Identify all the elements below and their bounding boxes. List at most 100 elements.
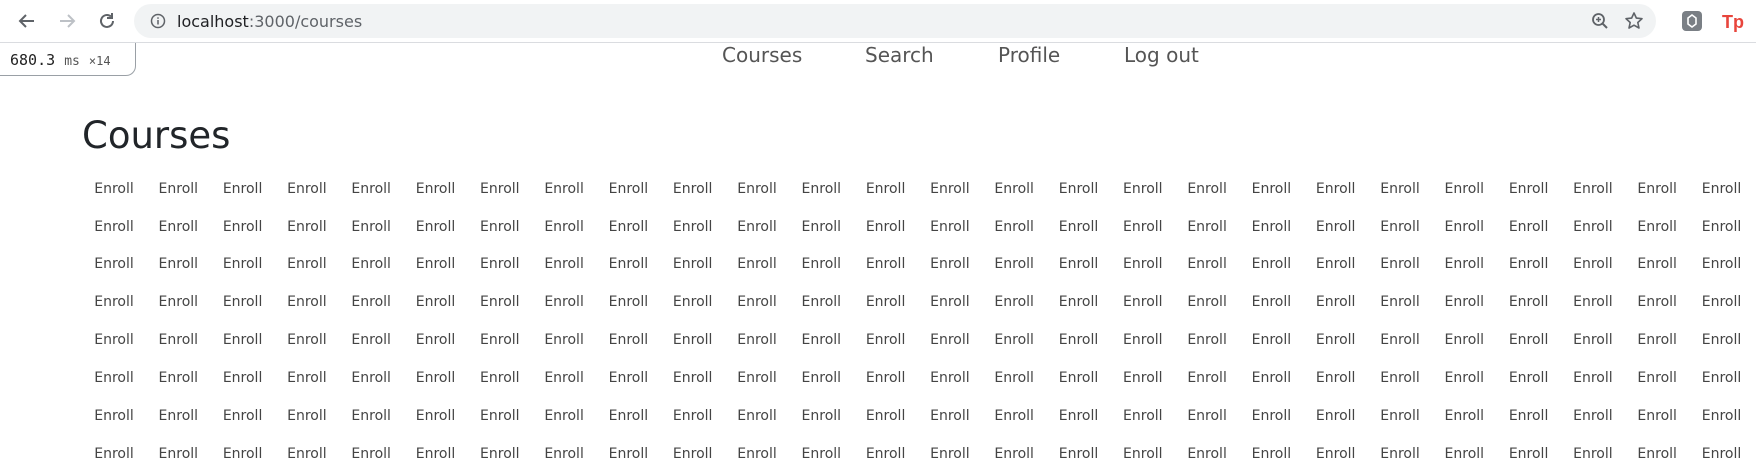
enroll-button[interactable]: Enroll: [536, 446, 592, 462]
enroll-button[interactable]: Enroll: [729, 332, 785, 348]
enroll-button[interactable]: Enroll: [343, 294, 399, 310]
enroll-button[interactable]: Enroll: [343, 332, 399, 348]
enroll-button[interactable]: Enroll: [279, 332, 335, 348]
enroll-button[interactable]: Enroll: [1694, 408, 1750, 424]
enroll-button[interactable]: Enroll: [858, 370, 914, 386]
enroll-button[interactable]: Enroll: [986, 332, 1042, 348]
enroll-button[interactable]: Enroll: [279, 219, 335, 235]
enroll-button[interactable]: Enroll: [1051, 332, 1107, 348]
enroll-button[interactable]: Enroll: [729, 446, 785, 462]
enroll-button[interactable]: Enroll: [1629, 256, 1685, 272]
profiler-badge[interactable]: 680.3 ms ×14: [0, 43, 136, 76]
enroll-button[interactable]: Enroll: [1436, 332, 1492, 348]
enroll-button[interactable]: Enroll: [1501, 181, 1557, 197]
enroll-button[interactable]: Enroll: [1501, 332, 1557, 348]
enroll-button[interactable]: Enroll: [729, 370, 785, 386]
enroll-button[interactable]: Enroll: [1436, 181, 1492, 197]
enroll-button[interactable]: Enroll: [1243, 181, 1299, 197]
enroll-button[interactable]: Enroll: [1565, 219, 1621, 235]
enroll-button[interactable]: Enroll: [1179, 294, 1235, 310]
enroll-button[interactable]: Enroll: [729, 256, 785, 272]
enroll-button[interactable]: Enroll: [986, 446, 1042, 462]
enroll-button[interactable]: Enroll: [215, 181, 271, 197]
enroll-button[interactable]: Enroll: [1629, 370, 1685, 386]
enroll-button[interactable]: Enroll: [922, 256, 978, 272]
enroll-button[interactable]: Enroll: [1629, 219, 1685, 235]
zoom-icon[interactable]: [1591, 12, 1609, 30]
enroll-button[interactable]: Enroll: [1308, 256, 1364, 272]
enroll-button[interactable]: Enroll: [536, 408, 592, 424]
enroll-button[interactable]: Enroll: [279, 408, 335, 424]
enroll-button[interactable]: Enroll: [279, 446, 335, 462]
enroll-button[interactable]: Enroll: [1179, 256, 1235, 272]
enroll-button[interactable]: Enroll: [86, 181, 142, 197]
enroll-button[interactable]: Enroll: [279, 256, 335, 272]
enroll-button[interactable]: Enroll: [922, 446, 978, 462]
enroll-button[interactable]: Enroll: [1565, 446, 1621, 462]
enroll-button[interactable]: Enroll: [150, 446, 206, 462]
enroll-button[interactable]: Enroll: [1308, 181, 1364, 197]
enroll-button[interactable]: Enroll: [922, 294, 978, 310]
enroll-button[interactable]: Enroll: [472, 294, 528, 310]
enroll-button[interactable]: Enroll: [1436, 446, 1492, 462]
enroll-button[interactable]: Enroll: [343, 446, 399, 462]
tp-extension-icon[interactable]: Tp: [1720, 9, 1744, 33]
enroll-button[interactable]: Enroll: [472, 256, 528, 272]
enroll-button[interactable]: Enroll: [1243, 370, 1299, 386]
enroll-button[interactable]: Enroll: [665, 332, 721, 348]
enroll-button[interactable]: Enroll: [1501, 294, 1557, 310]
enroll-button[interactable]: Enroll: [1501, 256, 1557, 272]
enroll-button[interactable]: Enroll: [793, 294, 849, 310]
extension-icon[interactable]: [1680, 9, 1704, 33]
nav-logout-link[interactable]: Log out: [1124, 43, 1199, 67]
enroll-button[interactable]: Enroll: [600, 408, 656, 424]
enroll-button[interactable]: Enroll: [600, 370, 656, 386]
enroll-button[interactable]: Enroll: [279, 370, 335, 386]
nav-search-link[interactable]: Search: [865, 43, 934, 67]
enroll-button[interactable]: Enroll: [1243, 294, 1299, 310]
enroll-button[interactable]: Enroll: [1565, 370, 1621, 386]
enroll-button[interactable]: Enroll: [1436, 219, 1492, 235]
info-icon[interactable]: [150, 13, 166, 29]
enroll-button[interactable]: Enroll: [1436, 370, 1492, 386]
enroll-button[interactable]: Enroll: [150, 370, 206, 386]
enroll-button[interactable]: Enroll: [1243, 408, 1299, 424]
enroll-button[interactable]: Enroll: [86, 294, 142, 310]
enroll-button[interactable]: Enroll: [1308, 294, 1364, 310]
enroll-button[interactable]: Enroll: [1694, 219, 1750, 235]
enroll-button[interactable]: Enroll: [1179, 446, 1235, 462]
enroll-button[interactable]: Enroll: [858, 181, 914, 197]
enroll-button[interactable]: Enroll: [1629, 332, 1685, 348]
enroll-button[interactable]: Enroll: [1115, 219, 1171, 235]
enroll-button[interactable]: Enroll: [150, 256, 206, 272]
enroll-button[interactable]: Enroll: [793, 256, 849, 272]
enroll-button[interactable]: Enroll: [665, 408, 721, 424]
enroll-button[interactable]: Enroll: [408, 332, 464, 348]
enroll-button[interactable]: Enroll: [793, 332, 849, 348]
enroll-button[interactable]: Enroll: [1372, 294, 1428, 310]
enroll-button[interactable]: Enroll: [408, 370, 464, 386]
enroll-button[interactable]: Enroll: [1694, 181, 1750, 197]
enroll-button[interactable]: Enroll: [1308, 408, 1364, 424]
enroll-button[interactable]: Enroll: [1372, 446, 1428, 462]
enroll-button[interactable]: Enroll: [536, 294, 592, 310]
enroll-button[interactable]: Enroll: [1308, 219, 1364, 235]
nav-courses-link[interactable]: Courses: [722, 43, 802, 67]
enroll-button[interactable]: Enroll: [536, 370, 592, 386]
enroll-button[interactable]: Enroll: [1372, 332, 1428, 348]
enroll-button[interactable]: Enroll: [1372, 370, 1428, 386]
enroll-button[interactable]: Enroll: [1179, 332, 1235, 348]
enroll-button[interactable]: Enroll: [858, 219, 914, 235]
enroll-button[interactable]: Enroll: [665, 181, 721, 197]
enroll-button[interactable]: Enroll: [793, 219, 849, 235]
enroll-button[interactable]: Enroll: [1243, 446, 1299, 462]
enroll-button[interactable]: Enroll: [1115, 446, 1171, 462]
enroll-button[interactable]: Enroll: [1115, 256, 1171, 272]
enroll-button[interactable]: Enroll: [600, 294, 656, 310]
enroll-button[interactable]: Enroll: [1051, 370, 1107, 386]
enroll-button[interactable]: Enroll: [1115, 181, 1171, 197]
enroll-button[interactable]: Enroll: [1051, 256, 1107, 272]
enroll-button[interactable]: Enroll: [1051, 181, 1107, 197]
enroll-button[interactable]: Enroll: [1115, 408, 1171, 424]
enroll-button[interactable]: Enroll: [1501, 446, 1557, 462]
